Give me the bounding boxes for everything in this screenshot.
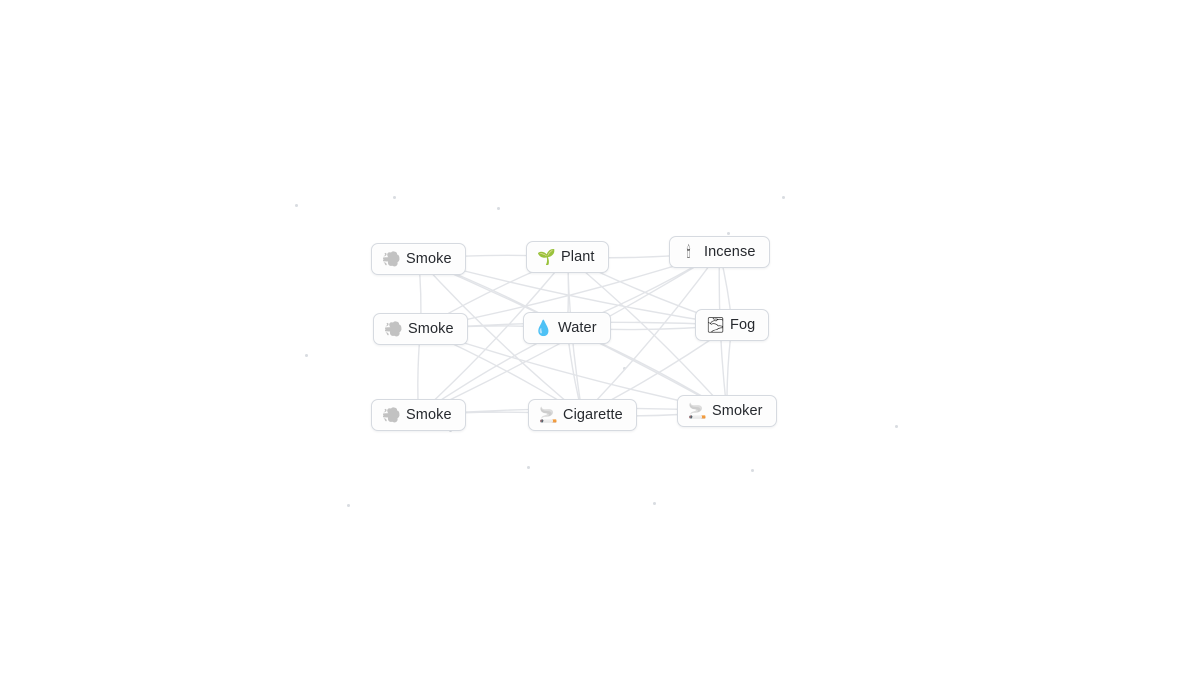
graph-node-label: Cigarette — [563, 406, 623, 423]
graph-node-label: Plant — [561, 248, 595, 265]
graph-node-label: Incense — [704, 243, 756, 260]
graph-node-label: Water — [558, 319, 597, 336]
graph-node-label: Smoke — [406, 250, 452, 267]
smoke-icon: 💨 — [384, 320, 403, 338]
cigarette-icon: 🚬 — [688, 402, 707, 420]
graph-node-label: Smoke — [406, 406, 452, 423]
smoke-icon: 💨 — [382, 250, 401, 268]
graph-node-smoke-3[interactable]: 💨 Smoke — [371, 399, 466, 431]
graph-node-plant[interactable]: 🌱 Plant — [526, 241, 609, 273]
seedling-icon: 🌱 — [537, 248, 556, 266]
graph-node-label: Fog — [730, 316, 756, 333]
graph-node-label: Smoke — [408, 320, 454, 337]
graph-node-smoke-1[interactable]: 💨 Smoke — [371, 243, 466, 275]
graph-node-label: Smoker — [712, 402, 763, 419]
graph-node-smoker[interactable]: 🚬 Smoker — [677, 395, 777, 427]
graph-node-smoke-2[interactable]: 💨 Smoke — [373, 313, 468, 345]
graph-node-fog[interactable]: 🌫 Fog — [695, 309, 770, 341]
cigarette-icon: 🚬 — [539, 406, 558, 424]
graph-canvas[interactable]: 💨 Smoke 🌱 Plant 🕯 Incense 💨 Smoke 💧 Water 🌫 Fog 💨 Smo… — [0, 0, 1200, 675]
fog-icon: 🌫 — [706, 316, 726, 334]
graph-node-cigarette[interactable]: 🚬 Cigarette — [528, 399, 637, 431]
droplet-icon: 💧 — [534, 319, 553, 337]
smoke-icon: 💨 — [382, 406, 401, 424]
graph-node-incense[interactable]: 🕯 Incense — [669, 236, 770, 268]
graph-node-water[interactable]: 💧 Water — [523, 312, 611, 344]
candle-icon: 🕯 — [686, 243, 691, 261]
graph-node-layer: 💨 Smoke 🌱 Plant 🕯 Incense 💨 Smoke 💧 Water 🌫 Fog 💨 Smo… — [0, 0, 1200, 675]
